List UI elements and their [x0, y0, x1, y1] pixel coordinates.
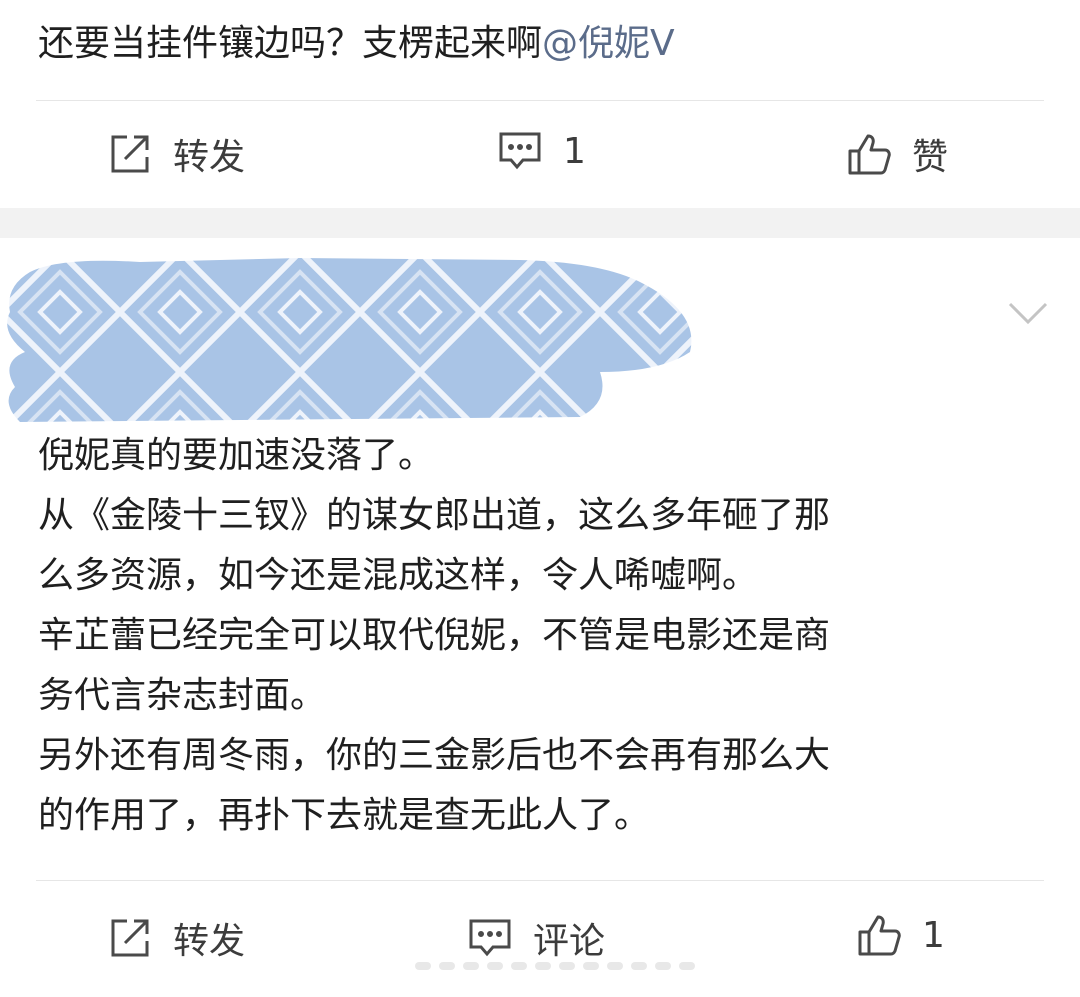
- mention-link[interactable]: @倪妮V: [542, 23, 675, 64]
- repost-label: 转发: [173, 921, 246, 962]
- body-line: 的作用了，再扑下去就是查无此人了。: [38, 795, 651, 836]
- post-card-2: 倪妮真的要加速没落了。 从《金陵十三钗》的谋女郎出道，这么多年砸了那 么多资源，…: [0, 238, 1080, 997]
- repost-button[interactable]: 转发: [107, 912, 245, 964]
- body-line: 从《金陵十三钗》的谋女郎出道，这么多年砸了那: [38, 495, 831, 536]
- body-line: 务代言杂志封面。: [38, 675, 327, 716]
- like-button[interactable]: 1: [856, 912, 945, 958]
- body-line: 辛芷蕾已经完全可以取代倪妮，不管是电影还是商: [38, 615, 831, 656]
- like-label: 赞: [912, 137, 949, 178]
- post-body: 倪妮真的要加速没落了。 从《金陵十三钗》的谋女郎出道，这么多年砸了那 么多资源，…: [38, 426, 1048, 846]
- like-count: 1: [922, 914, 945, 956]
- comment-count: 1: [563, 130, 586, 172]
- post-text-main: 还要当挂件镶边吗？支楞起来啊: [38, 23, 543, 64]
- repost-icon: [107, 915, 153, 961]
- post-card-1: 还要当挂件镶边吗？支楞起来啊@倪妮V 转发 1 赞: [0, 0, 1080, 208]
- redacted-user-header: [0, 252, 700, 432]
- post-text: 还要当挂件镶边吗？支楞起来啊@倪妮V: [38, 14, 675, 74]
- like-button[interactable]: 赞: [846, 128, 948, 180]
- scroll-indicator: [415, 956, 695, 976]
- divider: [36, 880, 1044, 881]
- body-line: 么多资源，如今还是混成这样，令人唏嘘啊。: [38, 555, 759, 596]
- comment-button[interactable]: 1: [497, 128, 586, 174]
- body-line: 倪妮真的要加速没落了。: [38, 435, 435, 476]
- body-line: 另外还有周冬雨，你的三金影后也不会再有那么大: [38, 735, 831, 776]
- repost-label: 转发: [173, 137, 246, 178]
- repost-icon: [107, 131, 153, 177]
- feed-separator: [0, 208, 1080, 238]
- like-icon: [846, 131, 892, 177]
- comment-icon: [497, 128, 543, 174]
- repost-button[interactable]: 转发: [107, 128, 245, 180]
- divider: [36, 100, 1044, 101]
- comment-icon: [467, 915, 513, 961]
- chevron-down-icon[interactable]: [1006, 298, 1050, 332]
- like-icon: [856, 912, 902, 958]
